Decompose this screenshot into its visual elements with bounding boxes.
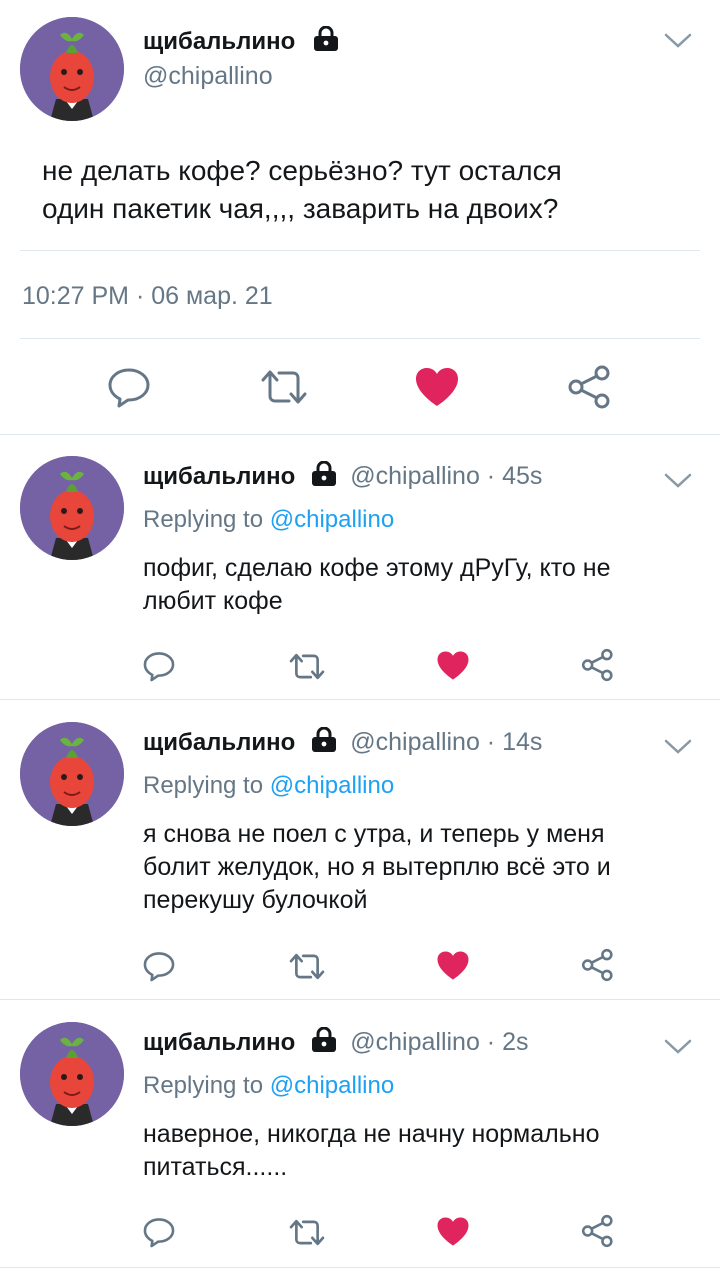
display-name[interactable]: щибальлино — [143, 26, 340, 56]
reply-text-line: питаться...... — [143, 1153, 288, 1181]
reply-button[interactable] — [106, 366, 152, 408]
share-button[interactable] — [581, 1214, 615, 1248]
replying-to: Replying to @chipallino — [143, 1072, 394, 1100]
divider — [20, 338, 700, 339]
share-icon — [581, 1214, 613, 1248]
like-icon-filled — [437, 1217, 469, 1246]
tweet-text-line: не делать кофе? серьёзно? тут остался — [42, 155, 562, 186]
replying-to: Replying to @chipallino — [143, 772, 394, 800]
like-button[interactable] — [436, 1216, 470, 1247]
like-button[interactable] — [414, 366, 460, 408]
reply-text: пофиг, сделаю кофе этому дРуГу, кто не л… — [143, 552, 610, 618]
retweet-button[interactable] — [288, 652, 326, 681]
avatar[interactable] — [20, 17, 124, 121]
avatar[interactable] — [20, 1022, 124, 1126]
tweet-text-line: один пакетик чая,,,, заварить на двоих? — [42, 193, 559, 224]
lock-icon — [311, 1027, 336, 1052]
reply-button[interactable] — [142, 950, 176, 982]
replying-to-prefix: Replying to — [143, 1072, 270, 1099]
handle[interactable]: @chipallino — [143, 62, 273, 91]
reply-tweet[interactable]: щибальлино @chipallino · 14s Replying to… — [0, 700, 720, 1000]
display-name[interactable]: щибальлино — [143, 463, 295, 490]
mention-link[interactable]: @chipallino — [270, 1072, 394, 1099]
avatar[interactable] — [20, 456, 124, 560]
handle-and-time[interactable]: @chipallino · 2s — [350, 1028, 528, 1056]
reply-text: наверное, никогда не начну нормально пит… — [143, 1118, 599, 1184]
reply-header: щибальлино @chipallino · 2s — [143, 1027, 529, 1057]
like-button[interactable] — [436, 650, 470, 681]
reply-button[interactable] — [142, 650, 176, 682]
chevron-down-icon[interactable] — [663, 472, 693, 490]
reply-header: щибальлино @chipallino · 14s — [143, 727, 542, 757]
share-icon — [581, 648, 613, 682]
lock-icon — [311, 727, 336, 752]
reply-text-line: я снова не поел с утра, и теперь у меня — [143, 820, 605, 848]
share-icon — [568, 365, 610, 409]
reply-text-line: болит желудок, но я вытерплю всё это и — [143, 853, 611, 881]
retweet-button[interactable] — [259, 368, 309, 406]
lock-icon — [311, 461, 336, 486]
timestamp[interactable]: 10:27 PM · 06 мар. 21 — [22, 282, 273, 311]
reply-tweet[interactable]: щибальлино @chipallino · 2s Replying to … — [0, 1000, 720, 1268]
reply-text: я снова не поел с утра, и теперь у меня … — [143, 818, 611, 917]
display-name[interactable]: щибальлино — [143, 1029, 295, 1056]
reply-text-line: наверное, никогда не начну нормально — [143, 1120, 600, 1148]
handle-and-time[interactable]: @chipallino · 14s — [350, 728, 542, 756]
like-button[interactable] — [436, 950, 470, 981]
share-button[interactable] — [581, 948, 615, 982]
handle-and-time[interactable]: @chipallino · 45s — [350, 462, 542, 490]
share-button[interactable] — [581, 648, 615, 682]
reply-icon — [143, 1218, 175, 1248]
chevron-down-icon[interactable] — [663, 1038, 693, 1056]
reply-button[interactable] — [142, 1216, 176, 1248]
retweet-icon — [289, 953, 325, 980]
display-name[interactable]: щибальлино — [143, 729, 295, 756]
like-icon-filled — [437, 651, 469, 680]
lock-icon — [314, 26, 339, 51]
reply-tweet[interactable]: щибальлино @chipallino · 45s Replying to… — [0, 434, 720, 700]
retweet-button[interactable] — [288, 952, 326, 981]
replying-to-prefix: Replying to — [143, 772, 270, 799]
reply-text-line: любит кофе — [143, 587, 283, 615]
chevron-down-icon[interactable] — [663, 32, 693, 50]
divider — [0, 1267, 720, 1268]
reply-text-line: пофиг, сделаю кофе этому дРуГу, кто не — [143, 554, 611, 582]
retweet-button[interactable] — [288, 1218, 326, 1247]
like-icon-filled — [416, 368, 458, 406]
replying-to-prefix: Replying to — [143, 506, 270, 533]
reply-icon — [143, 652, 175, 682]
share-button[interactable] — [567, 364, 613, 410]
mention-link[interactable]: @chipallino — [270, 772, 394, 799]
chevron-down-icon[interactable] — [663, 738, 693, 756]
divider — [20, 250, 700, 251]
reply-icon — [143, 952, 175, 982]
tweet-text: не делать кофе? серьёзно? тут остался од… — [42, 152, 562, 228]
retweet-icon — [261, 370, 307, 404]
reply-text-line: перекушу булочкой — [143, 886, 368, 914]
avatar[interactable] — [20, 722, 124, 826]
reply-icon — [108, 368, 150, 408]
retweet-icon — [289, 1219, 325, 1246]
display-name-text[interactable]: щибальлино — [143, 28, 295, 55]
retweet-icon — [289, 653, 325, 680]
like-icon-filled — [437, 951, 469, 980]
mention-link[interactable]: @chipallino — [270, 506, 394, 533]
replying-to: Replying to @chipallino — [143, 506, 394, 534]
share-icon — [581, 948, 613, 982]
reply-header: щибальлино @chipallino · 45s — [143, 461, 542, 491]
